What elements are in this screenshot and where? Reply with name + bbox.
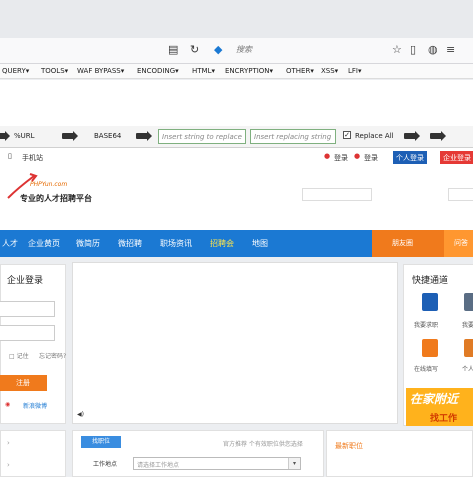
nav-item-selected[interactable]: 招聘会	[210, 238, 234, 249]
menu-xss[interactable]: XSS▾	[321, 67, 338, 75]
bookmark-star-icon[interactable]: ☆	[392, 43, 402, 56]
logo-url: PHPYun.com	[30, 181, 68, 188]
weibo-login-link[interactable]: 新浪微博	[23, 401, 47, 410]
latest-jobs-title: 最新职位	[335, 442, 363, 450]
ad-subtitle: 找工作	[430, 414, 458, 424]
replace-all-label: Replace All	[355, 132, 394, 140]
job-hint: 官方推荐 个有效职位供您选择	[223, 441, 303, 448]
menu-lfi[interactable]: LFI▾	[348, 67, 362, 75]
site-header: PHPYun.com 专业的人才招聘平台	[0, 168, 473, 230]
latest-jobs-panel: 最新职位	[326, 430, 473, 477]
chevron-icon[interactable]: ›	[7, 461, 10, 469]
hackbar-tools: %URL BASE64 Insert string to replace Ins…	[0, 126, 473, 148]
decode-arrow-icon[interactable]	[136, 131, 152, 141]
site-topbar: ▯ 手机站 ● 登录 ● 登录 个人登录 企业登录	[0, 148, 473, 168]
header-search-input[interactable]	[302, 188, 372, 201]
company-login-panel: 企业登录 □ 记住 忘记密码? 注册 ◉ 新浪微博	[0, 264, 66, 424]
job-search-panel: 找职位 官方推荐 个有效职位供您选择 工作地点 请选择工作地点 ▾	[72, 430, 324, 477]
replace-all-checkbox[interactable]: ✓	[343, 131, 351, 139]
menu-query[interactable]: QUERY▾	[2, 67, 29, 75]
reload-icon[interactable]: ↻	[190, 43, 199, 56]
encode-arrow-icon[interactable]	[62, 131, 78, 141]
promo-ad[interactable]: 在家附近 找工作	[406, 388, 473, 426]
mobile-icon: ▯	[8, 152, 12, 160]
address-search-input[interactable]: 搜索	[236, 44, 252, 55]
header-search-button[interactable]	[448, 188, 473, 201]
ad-title: 在家附近	[410, 392, 459, 406]
password-input[interactable]	[0, 325, 55, 341]
hackbar-menu: QUERY▾ TOOLS▾ WAF BYPASS▾ ENCODING▾ HTML…	[0, 64, 473, 79]
quick-title: 快捷通道	[412, 276, 449, 286]
menu-icon[interactable]: ≡	[446, 43, 455, 56]
nav-promo-2[interactable]: 问答	[444, 230, 473, 257]
volume-icon[interactable]: ◀)	[77, 411, 84, 418]
username-input[interactable]	[0, 301, 55, 317]
browser-window: ▤ ↻ ◆ 搜索 ☆ ▯ ◍ ≡ QUERY▾ TOOLS▾ WAF BYPAS…	[0, 0, 473, 477]
profile-icon[interactable]	[464, 339, 473, 357]
browser-toolbar: ▤ ↻ ◆ 搜索 ☆ ▯ ◍ ≡	[0, 38, 473, 64]
recruit-icon[interactable]	[464, 293, 473, 311]
job-seek-icon[interactable]	[422, 293, 438, 311]
banner-panel: ◀)	[72, 262, 398, 424]
menu-encryption[interactable]: ENCRYPTION▾	[225, 67, 273, 75]
category-panel: › ›	[0, 430, 66, 477]
nav-item[interactable]: 地图	[252, 238, 268, 249]
search-engine-icon[interactable]: ◆	[214, 43, 222, 56]
nav-item[interactable]: 职场资讯	[160, 238, 192, 249]
menu-html[interactable]: HTML▾	[192, 67, 215, 75]
replace-arrow-icon[interactable]	[430, 131, 446, 141]
menu-waf-bypass[interactable]: WAF BYPASS▾	[77, 67, 124, 75]
hackbar-textarea[interactable]	[0, 80, 473, 126]
company-login-button[interactable]: 企业登录	[440, 151, 473, 164]
personal-login-button[interactable]: 个人登录	[393, 151, 427, 164]
forgot-link[interactable]: 忘记密码?	[39, 351, 66, 360]
dropdown-icon[interactable]: ▾	[288, 458, 300, 469]
nav-item[interactable]: 微简历	[76, 238, 100, 249]
login-link[interactable]: 登录	[334, 153, 348, 163]
reader-view-icon[interactable]: ▤	[168, 43, 178, 56]
nav-item[interactable]: 微招聘	[118, 238, 142, 249]
quick-item-label[interactable]: 我要求职	[414, 320, 438, 329]
encode-arrow-icon[interactable]	[0, 131, 10, 141]
weibo-login-icon[interactable]: ◉	[5, 401, 10, 408]
site-slogan: 专业的人才招聘平台	[20, 194, 92, 203]
tab-strip	[0, 0, 473, 38]
nav-item[interactable]: 企业黄页	[28, 238, 60, 249]
nav-promo-1[interactable]: 朋友圈	[372, 230, 444, 257]
reading-list-icon[interactable]: ▯	[410, 43, 416, 56]
location-select[interactable]: 请选择工作地点 ▾	[133, 457, 301, 470]
url-encode-button[interactable]: %URL	[14, 132, 35, 140]
menu-encoding[interactable]: ENCODING▾	[137, 67, 179, 75]
personal-login-link[interactable]: 登录	[364, 153, 378, 163]
replace-string-input[interactable]: Insert string to replace	[158, 129, 246, 144]
login-title: 企业登录	[7, 276, 44, 286]
job-search-tab[interactable]: 找职位	[81, 436, 121, 448]
user-icon: ●	[324, 152, 331, 160]
quick-item-label[interactable]: 我要招聘	[462, 320, 473, 329]
location-label: 工作地点	[93, 461, 118, 468]
mobile-site-link[interactable]: 手机站	[22, 153, 43, 163]
remember-checkbox[interactable]: □ 记住	[9, 351, 29, 360]
user-icon: ●	[354, 152, 361, 160]
menu-tools[interactable]: TOOLS▾	[41, 67, 68, 75]
pocket-icon[interactable]: ◍	[428, 43, 438, 56]
chevron-icon[interactable]: ›	[7, 439, 10, 447]
replacing-string-input[interactable]: Insert replacing string	[250, 129, 336, 144]
quick-item-label[interactable]: 个人档案	[462, 364, 473, 373]
menu-other[interactable]: OTHER▾	[286, 67, 314, 75]
nav-item[interactable]: 人才	[2, 238, 18, 249]
quick-item-label[interactable]: 在线填写	[414, 364, 438, 373]
register-button[interactable]: 注册	[0, 375, 47, 391]
base64-button[interactable]: BASE64	[94, 132, 121, 140]
fill-resume-icon[interactable]	[422, 339, 438, 357]
replace-arrow-icon[interactable]	[404, 131, 420, 141]
